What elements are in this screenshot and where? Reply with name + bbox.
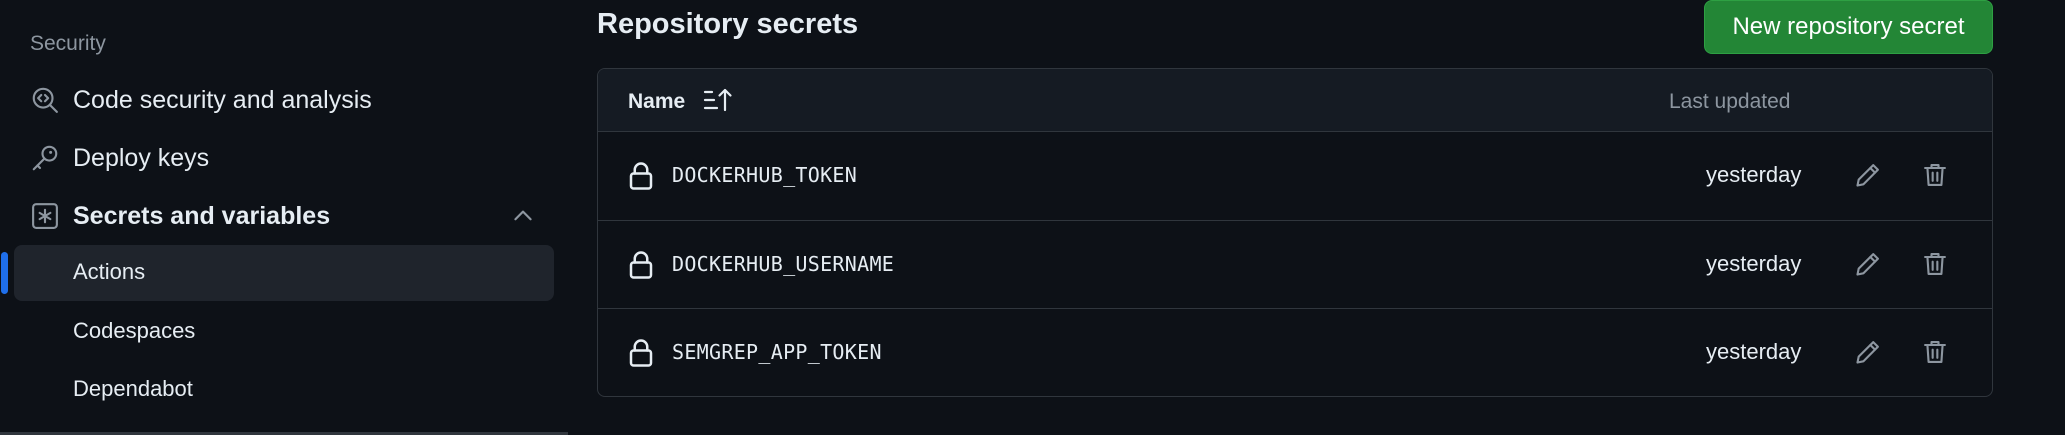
- sidebar-item-label: Deploy keys: [73, 143, 210, 172]
- new-repository-secret-button[interactable]: New repository secret: [1704, 0, 1993, 54]
- chevron-up-icon[interactable]: [510, 203, 536, 229]
- pencil-icon: [1856, 341, 1879, 364]
- trash-icon: [1924, 341, 1946, 363]
- sidebar-section-heading: Security: [30, 32, 106, 55]
- lock-icon: [629, 162, 653, 190]
- secrets-table: Name Last updated DOCKERHUB_TOKEN yester…: [597, 68, 1993, 397]
- table-row: DOCKERHUB_USERNAME yesterday: [598, 220, 1992, 308]
- lock-icon: [629, 339, 653, 367]
- secret-name: SEMGREP_APP_TOKEN: [672, 340, 882, 364]
- sidebar-subitem-label: Dependabot: [73, 376, 193, 401]
- secret-last-updated: yesterday: [1706, 339, 1802, 364]
- pencil-icon: [1856, 164, 1879, 187]
- sidebar-item-label: Code security and analysis: [73, 85, 372, 114]
- sidebar-item-label: Secrets and variables: [73, 201, 331, 230]
- key-icon: [32, 145, 58, 171]
- secret-name: DOCKERHUB_TOKEN: [672, 163, 858, 187]
- edit-secret-button[interactable]: [1849, 156, 1887, 194]
- sidebar-subitem-dependabot[interactable]: Dependabot: [14, 362, 554, 418]
- trash-icon: [1924, 253, 1946, 275]
- sort-asc-icon[interactable]: [702, 87, 734, 113]
- edit-secret-button[interactable]: [1849, 333, 1887, 371]
- trash-icon: [1924, 164, 1946, 186]
- secret-last-updated: yesterday: [1706, 251, 1802, 276]
- sidebar-item-code-security[interactable]: Code security and analysis: [14, 73, 554, 127]
- codescan-icon: [32, 87, 58, 113]
- sidebar-item-secrets-and-variables[interactable]: Secrets and variables: [14, 189, 554, 243]
- table-row: SEMGREP_APP_TOKEN yesterday: [598, 308, 1992, 396]
- column-header-name[interactable]: Name: [628, 90, 685, 114]
- sidebar-subitem-label: Actions: [73, 259, 146, 284]
- secret-last-updated: yesterday: [1706, 162, 1802, 187]
- sidebar-subitem-actions[interactable]: Actions: [14, 245, 554, 301]
- lock-icon: [629, 251, 653, 279]
- settings-sidebar: Security Code security and analysis Depl…: [0, 0, 568, 435]
- sidebar-subitem-label: Codespaces: [73, 318, 196, 343]
- sidebar-item-deploy-keys[interactable]: Deploy keys: [14, 131, 554, 185]
- delete-secret-button[interactable]: [1916, 333, 1954, 371]
- page-title: Repository secrets: [597, 8, 859, 40]
- delete-secret-button[interactable]: [1916, 156, 1954, 194]
- column-header-last-updated: Last updated: [1669, 90, 1791, 113]
- secret-name: DOCKERHUB_USERNAME: [672, 252, 895, 276]
- sidebar-subitem-codespaces[interactable]: Codespaces: [14, 304, 554, 360]
- pencil-icon: [1856, 253, 1879, 276]
- delete-secret-button[interactable]: [1916, 245, 1954, 283]
- table-header: Name Last updated: [598, 69, 1992, 132]
- active-indicator: [1, 252, 8, 294]
- asterisk-square-icon: [32, 203, 58, 229]
- edit-secret-button[interactable]: [1849, 245, 1887, 283]
- table-row: DOCKERHUB_TOKEN yesterday: [598, 132, 1992, 220]
